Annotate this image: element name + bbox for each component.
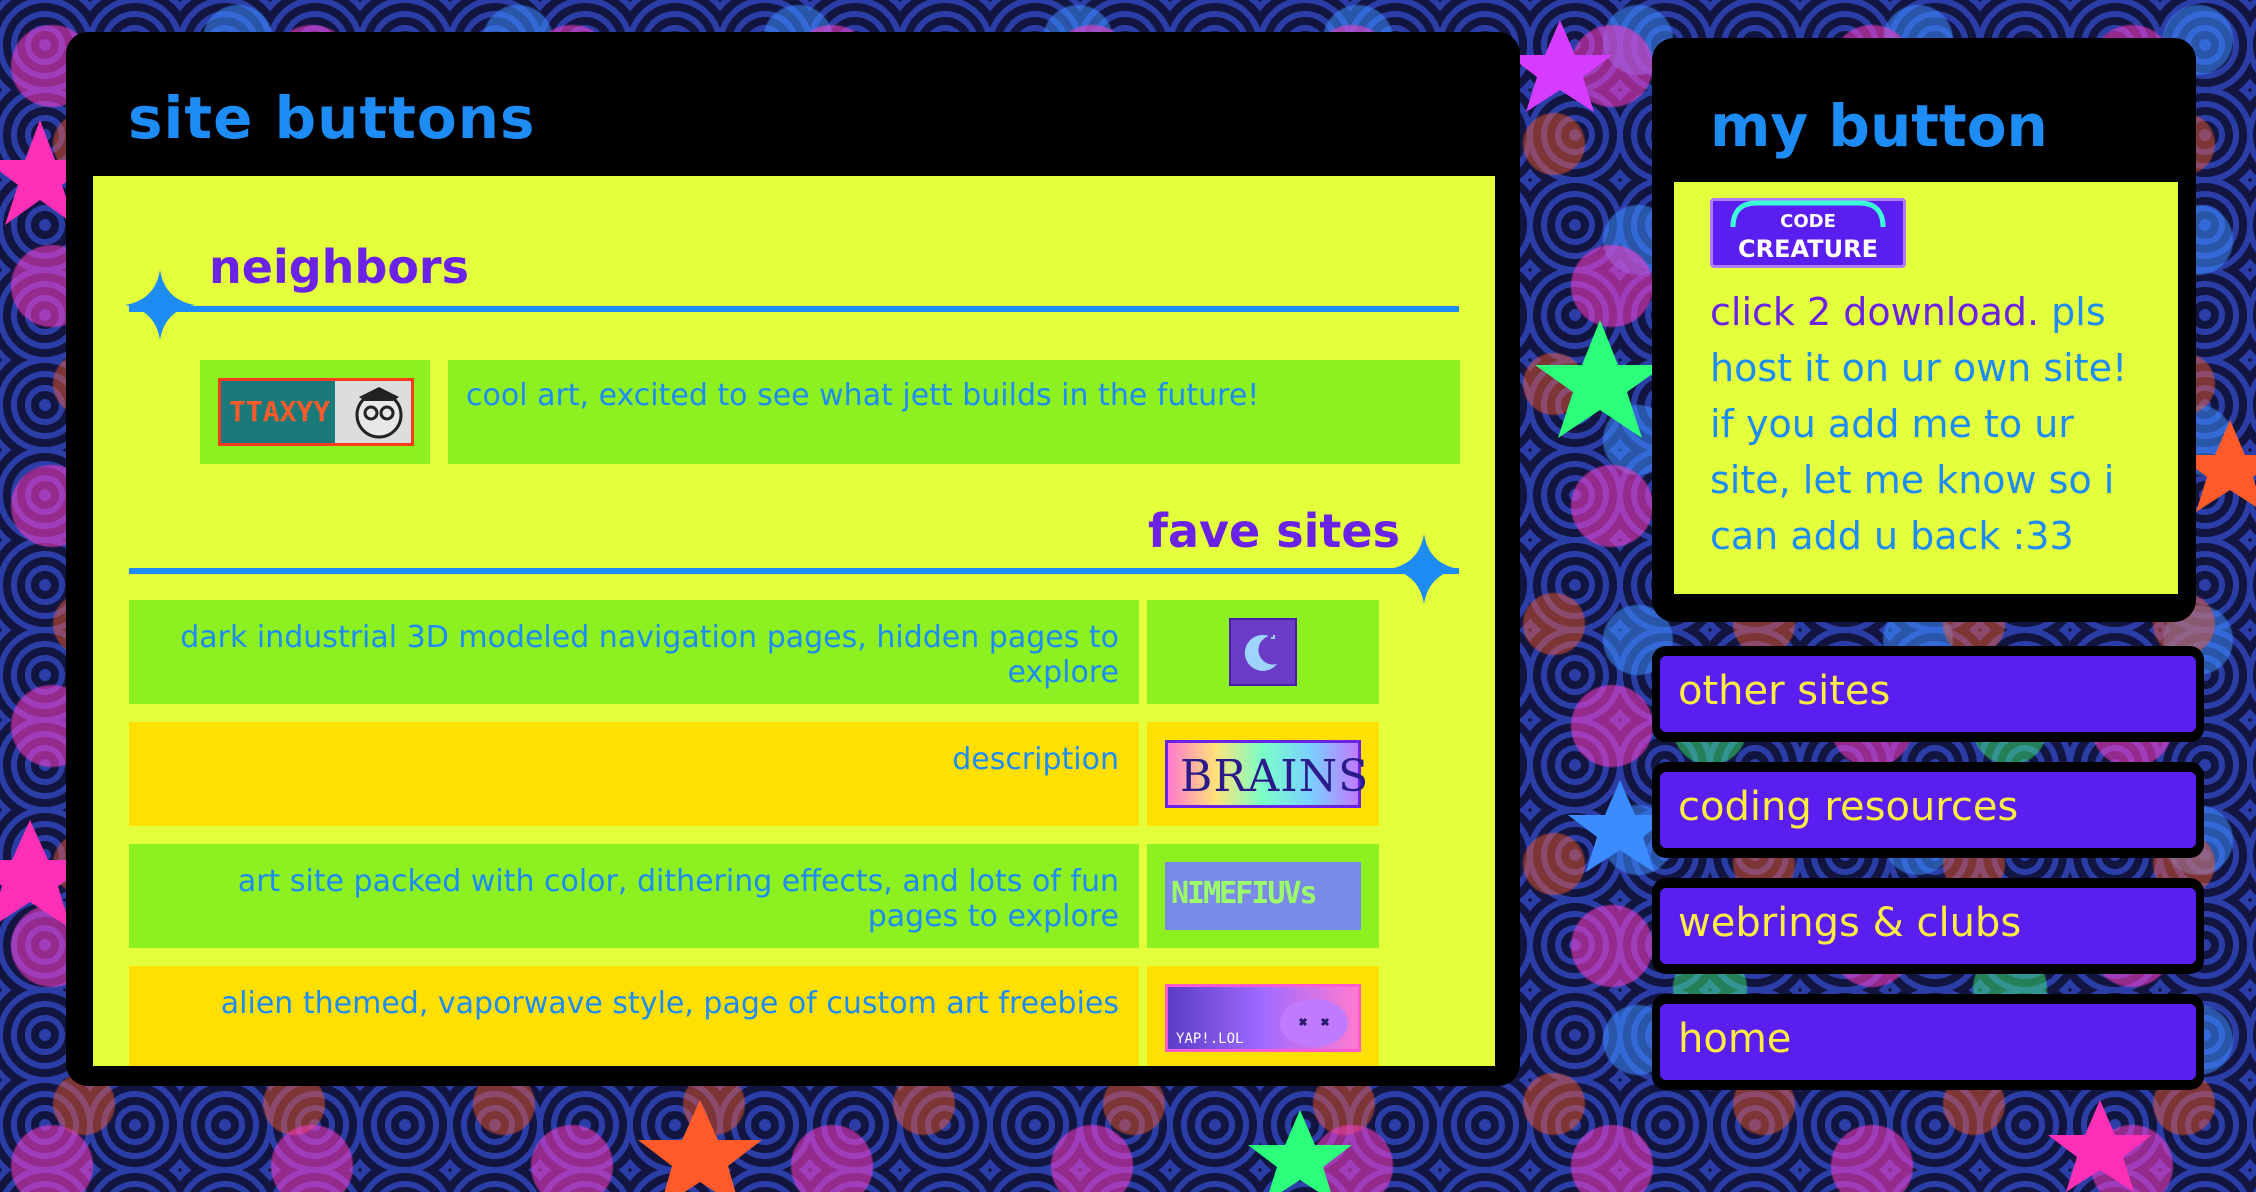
download-link[interactable]: click 2 download. xyxy=(1710,290,2039,334)
nimefiuvs-button-text: NIMEFIUVs xyxy=(1171,876,1318,911)
nav-link-other-sites[interactable]: other sites xyxy=(1660,656,2196,732)
moon-site-button[interactable] xyxy=(1229,618,1297,686)
site-buttons-panel: site buttons neighbors TTAXYY cool art, xyxy=(66,32,1520,1086)
my-button-content: CODE CREATURE click 2 download. pls host… xyxy=(1674,182,2178,594)
nav-item-home: home xyxy=(1652,994,2204,1090)
site-button-cell: BRAINS xyxy=(1147,722,1379,826)
yap-lol-site-button[interactable]: YAP!.LOL xyxy=(1165,984,1361,1052)
neighbor-description: cool art, excited to see what jett build… xyxy=(448,360,1460,464)
fave-sites-section-header: fave sites xyxy=(93,504,1495,614)
site-button-cell: YAP!.LOL xyxy=(1147,966,1379,1066)
site-button-cell xyxy=(1147,600,1379,704)
nav-link-webrings-clubs[interactable]: webrings & clubs xyxy=(1660,888,2196,964)
list-item: description BRAINS xyxy=(129,722,1389,826)
site-button-cell: NIMEFIUVs xyxy=(1147,844,1379,948)
neighbors-section-header: neighbors xyxy=(93,232,1495,352)
nav-item-coding-resources: coding resources xyxy=(1652,762,2204,858)
nimefiuvs-site-button[interactable]: NIMEFIUVs xyxy=(1165,862,1361,930)
code-creature-line2: CREATURE xyxy=(1738,235,1878,263)
yap-lol-button-text: YAP!.LOL xyxy=(1176,1031,1244,1047)
brains-button-text: BRAINS xyxy=(1180,751,1370,802)
code-creature-button[interactable]: CODE CREATURE xyxy=(1710,198,1906,268)
page-title: site buttons xyxy=(128,84,536,152)
face-icon xyxy=(355,387,403,439)
neighbors-heading: neighbors xyxy=(209,240,469,294)
list-item: dark industrial 3D modeled navigation pa… xyxy=(129,600,1389,704)
list-item: art site packed with color, dithering ef… xyxy=(129,844,1389,948)
site-description: description xyxy=(129,722,1139,826)
moon-icon xyxy=(1244,634,1277,671)
nav-link-coding-resources[interactable]: coding resources xyxy=(1660,772,2196,848)
section-divider xyxy=(129,568,1459,574)
nav-link-home[interactable]: home xyxy=(1660,1004,2196,1080)
list-item: alien themed, vaporwave style, page of c… xyxy=(129,966,1389,1066)
section-divider xyxy=(129,306,1459,312)
site-description: alien themed, vaporwave style, page of c… xyxy=(129,966,1139,1066)
site-buttons-content[interactable]: neighbors TTAXYY cool art, excited to se… xyxy=(93,176,1495,1066)
nav-item-webrings-clubs: webrings & clubs xyxy=(1652,878,2204,974)
ttaxyy-button-text: TTAXYY xyxy=(229,395,331,428)
my-button-panel: my button CODE CREATURE click 2 download… xyxy=(1652,38,2196,622)
alien-icon xyxy=(1280,999,1348,1047)
nav-item-other-sites: other sites xyxy=(1652,646,2204,742)
my-button-description: click 2 download. pls host it on ur own … xyxy=(1710,284,2150,564)
sparkle-icon xyxy=(1389,534,1459,604)
site-description: dark industrial 3D modeled navigation pa… xyxy=(129,600,1139,704)
neighbor-button-cell: TTAXYY xyxy=(200,360,430,464)
site-description: art site packed with color, dithering ef… xyxy=(129,844,1139,948)
brains-site-button[interactable]: BRAINS xyxy=(1165,740,1368,808)
code-creature-line1: CODE xyxy=(1780,211,1836,232)
my-button-title: my button xyxy=(1710,92,2048,160)
fave-sites-heading: fave sites xyxy=(1148,504,1400,558)
ttaxyy-site-button[interactable]: TTAXYY xyxy=(218,378,414,446)
sparkle-icon xyxy=(125,270,195,340)
